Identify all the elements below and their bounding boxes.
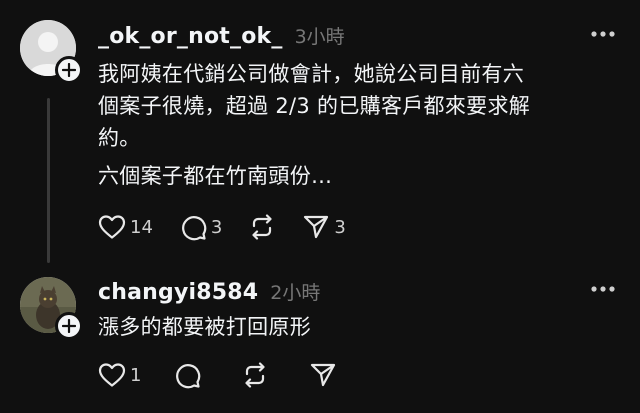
comment-bubble-icon xyxy=(176,364,201,389)
repost-button[interactable] xyxy=(241,361,269,389)
like-button[interactable]: 1 xyxy=(98,362,141,388)
body-line: 漲多的都要被打回原形 xyxy=(98,315,311,339)
body-line: 六個案子都在竹南頭份… xyxy=(98,164,333,188)
comment-count: 3 xyxy=(210,216,223,238)
repost-button[interactable] xyxy=(248,213,276,241)
username[interactable]: _ok_or_not_ok_ xyxy=(98,24,283,49)
timestamp: 3小時 xyxy=(294,26,345,48)
share-button[interactable]: 3 xyxy=(302,213,346,241)
more-options-button[interactable] xyxy=(588,24,618,44)
comment-button[interactable] xyxy=(173,361,201,389)
send-icon xyxy=(311,363,336,387)
plus-icon xyxy=(62,319,76,333)
post-1: _ok_or_not_ok_ 3小時 我阿姨在代銷公司做會計，她說公司目前有六 … xyxy=(0,0,640,265)
heart-icon xyxy=(98,363,126,387)
post-body: 我阿姨在代銷公司做會計，她說公司目前有六 個案子很燒，超過 2/3 的已購客戶都… xyxy=(98,58,618,192)
like-count: 14 xyxy=(130,216,153,238)
timestamp: 2小時 xyxy=(270,282,321,304)
repost-icon xyxy=(245,362,266,388)
like-count: 1 xyxy=(130,364,142,386)
follow-button[interactable] xyxy=(55,56,83,84)
repost-icon xyxy=(252,214,272,240)
follow-button[interactable] xyxy=(55,312,83,340)
action-bar: 14 3 3 xyxy=(98,213,372,241)
thread-line xyxy=(47,98,50,263)
post-body: 漲多的都要被打回原形 xyxy=(98,311,618,343)
share-button[interactable] xyxy=(309,361,337,389)
plus-icon xyxy=(62,63,76,77)
heart-icon xyxy=(98,215,126,239)
body-line: 我阿姨在代銷公司做會計，她說公司目前有六 xyxy=(98,62,524,86)
comment-bubble-icon xyxy=(181,216,207,241)
username[interactable]: changyi8584 xyxy=(98,280,258,305)
send-icon xyxy=(304,215,329,239)
post-header: _ok_or_not_ok_ 3小時 xyxy=(98,22,345,49)
body-line: 約。 xyxy=(98,126,141,150)
more-options-button[interactable] xyxy=(588,279,618,299)
body-line: 個案子很燒，超過 2/3 的已購客戶都來要求解 xyxy=(98,94,531,118)
post-2: changyi8584 2小時 漲多的都要被打回原形 1 xyxy=(0,265,640,413)
more-dots-icon xyxy=(591,31,615,37)
share-count: 3 xyxy=(334,216,346,238)
comment-button[interactable]: 3 xyxy=(179,213,222,241)
like-button[interactable]: 14 xyxy=(98,214,153,240)
more-dots-icon xyxy=(591,286,615,292)
post-header: changyi8584 2小時 xyxy=(98,278,320,305)
action-bar: 1 xyxy=(98,361,363,389)
